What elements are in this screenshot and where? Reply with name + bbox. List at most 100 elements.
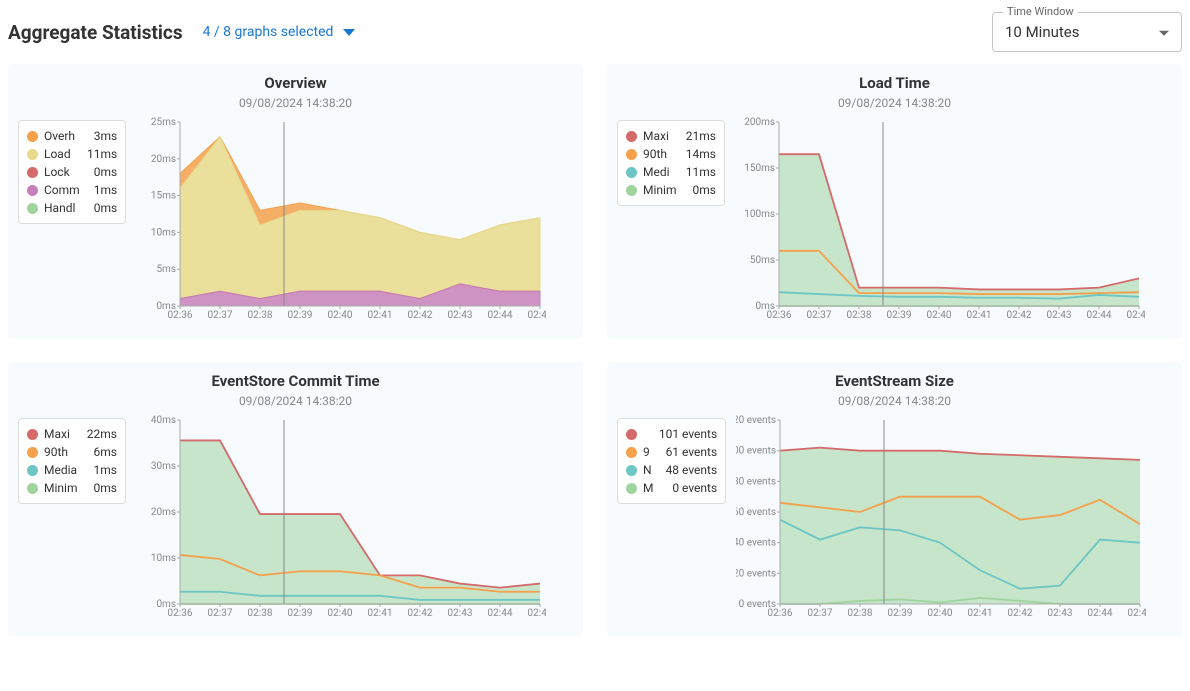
svg-text:25ms: 25ms <box>151 117 176 128</box>
legend-item[interactable]: Lock0ms <box>27 163 117 181</box>
svg-text:02:38: 02:38 <box>248 310 273 321</box>
legend-label: Minim <box>44 481 77 495</box>
svg-text:02:38: 02:38 <box>248 608 273 619</box>
svg-text:02:39: 02:39 <box>288 608 313 619</box>
legend-swatch-icon <box>27 429 38 440</box>
legend-item[interactable]: 961 events <box>626 443 717 461</box>
svg-text:02:42: 02:42 <box>408 608 433 619</box>
svg-text:02:41: 02:41 <box>967 310 992 321</box>
svg-text:02:43: 02:43 <box>1047 310 1072 321</box>
svg-text:40ms: 40ms <box>151 415 176 426</box>
legend-item[interactable]: Minim 0ms <box>626 181 716 199</box>
legend-label: Lock <box>44 165 70 179</box>
legend-swatch-icon <box>27 465 38 476</box>
time-window-caption: Time Window <box>1003 5 1078 18</box>
legend-item[interactable]: Medi 11ms <box>626 163 716 181</box>
svg-text:200ms: 200ms <box>744 117 775 128</box>
chart-plot[interactable]: 0 events20 events40 events60 events80 ev… <box>736 414 1172 624</box>
legend-item[interactable]: Maxi22ms <box>27 425 117 443</box>
chart-legend: Maxi22ms90th6msMedia1ms Minim 0ms <box>18 418 126 504</box>
legend-swatch-icon <box>27 483 38 494</box>
legend-item[interactable]: Minim 0ms <box>27 479 117 497</box>
svg-text:02:37: 02:37 <box>808 608 833 619</box>
svg-text:10ms: 10ms <box>151 227 176 238</box>
legend-swatch-icon <box>27 167 38 178</box>
chart-card-overview: Overview09/08/2024 14:38:20Overh3msLoad1… <box>8 64 583 338</box>
chart-row: Maxi22ms90th6msMedia1msMinim0ms0ms10ms20… <box>18 414 573 624</box>
svg-text:02:36: 02:36 <box>768 608 793 619</box>
legend-swatch-icon <box>626 131 637 142</box>
legend-swatch-icon <box>27 203 38 214</box>
svg-text:02:37: 02:37 <box>208 310 233 321</box>
svg-text:02:36: 02:36 <box>168 310 193 321</box>
chart-plot[interactable]: 0ms10ms20ms30ms40ms02:3602:3702:3802:390… <box>136 414 573 624</box>
chart-legend: Overh3msLoad11msLock0msComm1msHandl0ms <box>18 120 126 224</box>
chart-timestamp: 09/08/2024 14:38:20 <box>617 96 1172 110</box>
legend-swatch-icon <box>27 149 38 160</box>
chart-card-commit: EventStore Commit Time09/08/2024 14:38:2… <box>8 362 583 636</box>
legend-swatch-icon <box>27 131 38 142</box>
legend-item[interactable]: Maxi21ms <box>626 127 716 145</box>
time-window-select[interactable]: Time Window 10 Minutes <box>992 12 1182 52</box>
legend-item[interactable]: M 0 events <box>626 479 717 497</box>
legend-label: Minim <box>643 183 676 197</box>
svg-text:02:43: 02:43 <box>1048 608 1073 619</box>
legend-label: Medi <box>643 165 670 179</box>
legend-swatch-icon <box>626 447 637 458</box>
legend-item[interactable]: Comm1ms <box>27 181 117 199</box>
page-title: Aggregate Statistics <box>8 21 183 44</box>
svg-text:02:36: 02:36 <box>168 608 193 619</box>
svg-text:02:41: 02:41 <box>368 310 393 321</box>
legend-item[interactable]: 90th 14ms <box>626 145 716 163</box>
legend-swatch-icon <box>626 429 637 440</box>
legend-value: 0ms <box>86 201 117 215</box>
svg-text:20ms: 20ms <box>151 507 176 518</box>
legend-label: M <box>643 481 653 495</box>
svg-text:02:38: 02:38 <box>848 608 873 619</box>
svg-text:02:45: 02:45 <box>528 608 546 619</box>
legend-item[interactable]: 90th6ms <box>27 443 117 461</box>
legend-value: 14ms <box>678 147 716 161</box>
legend-value: 0ms <box>86 481 117 495</box>
charts-grid: Overview09/08/2024 14:38:20Overh3msLoad1… <box>8 64 1182 636</box>
chart-row: Overh3msLoad11msLock0msComm1msHandl0ms0m… <box>18 116 573 326</box>
legend-value: 0ms <box>685 183 716 197</box>
svg-text:02:40: 02:40 <box>328 310 353 321</box>
svg-text:02:40: 02:40 <box>328 608 353 619</box>
svg-text:60 events: 60 events <box>736 507 776 518</box>
legend-item[interactable]: N48 events <box>626 461 717 479</box>
legend-item[interactable]: Load11ms <box>27 145 117 163</box>
legend-value: 6ms <box>86 445 117 459</box>
chart-card-streamsize: EventStream Size 09/08/2024 14:38:20 101 e… <box>607 362 1182 636</box>
legend-label: 90th <box>643 147 667 161</box>
legend-item[interactable]: 101 events <box>626 425 717 443</box>
legend-value: 0 events <box>664 481 717 495</box>
legend-value: 11ms <box>678 165 716 179</box>
svg-text:02:36: 02:36 <box>767 310 792 321</box>
legend-item[interactable]: Handl0ms <box>27 199 117 217</box>
svg-text:20 events: 20 events <box>736 568 776 579</box>
chart-title: EventStream Size <box>617 372 1172 390</box>
graph-selector[interactable]: 4 / 8 graphs selected <box>203 24 356 40</box>
svg-text:02:39: 02:39 <box>887 310 912 321</box>
chart-timestamp: 09/08/2024 14:38:20 <box>617 394 1172 408</box>
legend-item[interactable]: Media1ms <box>27 461 117 479</box>
svg-text:50ms: 50ms <box>750 255 775 266</box>
legend-swatch-icon <box>626 167 637 178</box>
legend-label: Media <box>44 463 77 477</box>
legend-value: 3ms <box>86 129 117 143</box>
svg-text:20 events: 20 events <box>736 415 776 426</box>
chart-legend: 101 events961 eventsN48 events M 0 events <box>617 418 726 504</box>
svg-text:02:43: 02:43 <box>448 608 473 619</box>
svg-text:02:40: 02:40 <box>927 310 952 321</box>
page-header: Aggregate Statistics 4 / 8 graphs select… <box>8 8 1182 64</box>
svg-text:00 events: 00 events <box>736 446 776 457</box>
chart-title: Load Time <box>617 74 1172 92</box>
time-window-value: 10 Minutes <box>1005 23 1079 41</box>
chart-plot[interactable]: 0ms5ms10ms15ms20ms25ms02:3602:3702:3802:… <box>136 116 573 326</box>
chart-plot[interactable]: 0ms50ms100ms150ms200ms02:3602:3702:3802:… <box>735 116 1172 326</box>
legend-swatch-icon <box>626 185 637 196</box>
svg-text:02:44: 02:44 <box>488 310 513 321</box>
svg-text:02:41: 02:41 <box>968 608 993 619</box>
legend-item[interactable]: Overh3ms <box>27 127 117 145</box>
